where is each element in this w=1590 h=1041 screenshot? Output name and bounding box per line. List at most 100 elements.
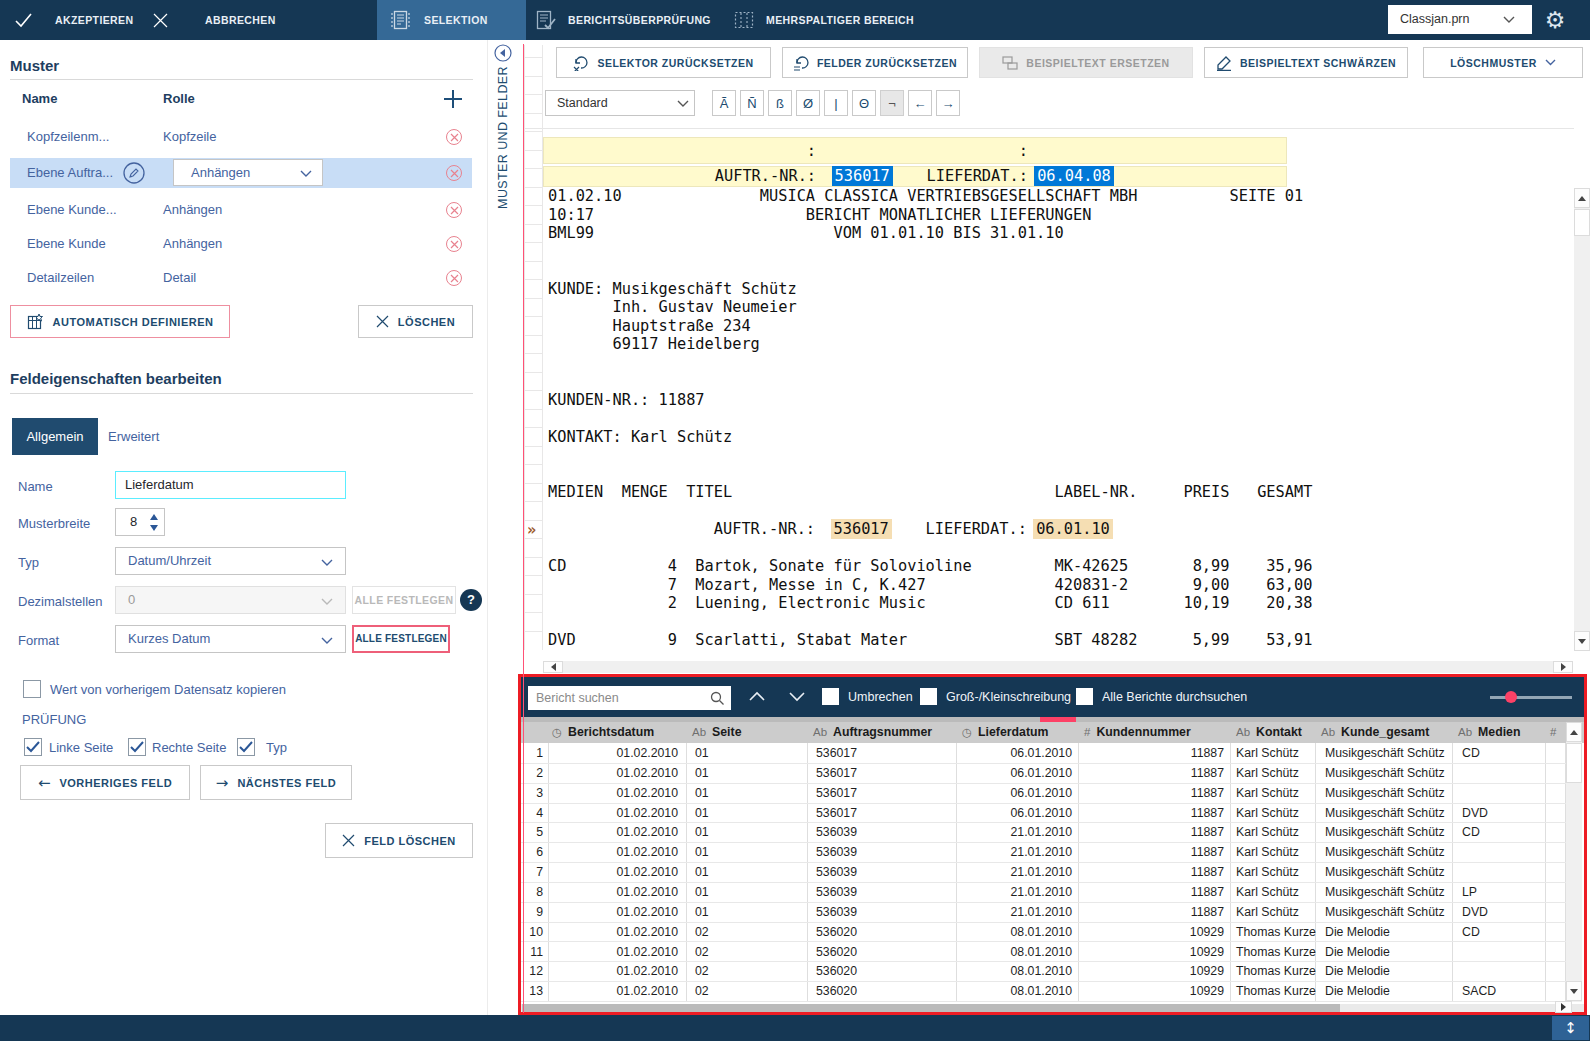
cancel-button[interactable]: ABBRECHEN: [205, 0, 276, 40]
zoom-slider-track[interactable]: [1490, 696, 1572, 699]
stepper-up-icon[interactable]: [149, 513, 159, 521]
kontakt-cell: Karl Schütz: [1236, 902, 1306, 922]
char-button[interactable]: ß: [768, 90, 792, 116]
kontakt-cell: Thomas Kurze: [1236, 981, 1306, 1001]
report-vscroll-thumb[interactable]: [1574, 209, 1590, 236]
table-row[interactable]: 1101.02.20100253602008.01.201010929Thoma…: [521, 942, 1566, 962]
report-vscroll-down-icon[interactable]: [1574, 631, 1590, 651]
muster-row[interactable]: Kopfzeilenm...Kopfzeile: [10, 122, 472, 152]
collapse-panel-icon[interactable]: [494, 44, 512, 62]
char-button[interactable]: Ø: [796, 90, 820, 116]
musterbreite-stepper[interactable]: 8: [115, 508, 165, 536]
column-header[interactable]: ◷Berichtsdatum: [552, 722, 654, 743]
kundennummer-cell: 10929: [1124, 922, 1224, 942]
name-field[interactable]: Lieferdatum: [115, 471, 346, 499]
results-header-row[interactable]: ◷Berichtsdatum AbSeite AbAuftragsnummer ◷Li…: [521, 722, 1584, 743]
all-reports-checkbox[interactable]: [1076, 688, 1093, 705]
char-button[interactable]: Ñ: [740, 90, 764, 116]
format-setall-button[interactable]: ALLE FESTLEGEN: [352, 625, 450, 653]
table-row[interactable]: 301.02.20100153601706.01.201011887Karl S…: [521, 783, 1566, 803]
char-button[interactable]: Θ: [852, 90, 876, 116]
table-row[interactable]: 901.02.20100153603921.01.201011887Karl S…: [521, 902, 1566, 922]
report-text[interactable]: 01.02.10 MUSICA CLASSICA VERTRIEBSGESELL…: [548, 187, 1312, 650]
case-checkbox[interactable]: [920, 688, 937, 705]
report-hscrollbar[interactable]: [543, 661, 1573, 673]
zoom-slider-thumb[interactable]: [1505, 691, 1517, 703]
delete-muster-button[interactable]: LÖSCHEN: [358, 305, 473, 338]
muster-row[interactable]: Ebene KundeAnhängen: [10, 229, 472, 259]
char-button[interactable]: Ã: [712, 90, 736, 116]
table-row[interactable]: 201.02.20100153601706.01.201011887Karl S…: [521, 763, 1566, 783]
table-row[interactable]: 701.02.20100153603921.01.201011887Karl S…: [521, 862, 1566, 882]
char-button[interactable]: |: [824, 90, 848, 116]
remove-muster-icon[interactable]: [446, 202, 462, 218]
report-vscroll-up-icon[interactable]: [1574, 188, 1590, 208]
tab-berichtsueberpruefung[interactable]: BERICHTSÜBERPRÜFUNG: [526, 0, 711, 40]
table-vscroll-up-icon[interactable]: [1566, 722, 1582, 742]
report-vscrollbar[interactable]: [1574, 188, 1590, 651]
stepper-down-icon[interactable]: [149, 524, 159, 532]
accept-button[interactable]: AKZEPTIEREN: [55, 0, 134, 40]
table-row[interactable]: 1001.02.20100253602008.01.201010929Thoma…: [521, 922, 1566, 942]
column-header[interactable]: #Kundennummer: [1084, 722, 1191, 743]
delete-field-button[interactable]: FELD LÖSCHEN: [325, 823, 473, 858]
trap-row-1[interactable]: : :: [543, 137, 1287, 164]
column-header[interactable]: AbMedien: [1458, 722, 1520, 743]
next-field-button[interactable]: → NÄCHSTES FELD: [200, 765, 352, 800]
settings-gear-icon[interactable]: ⚙: [1540, 5, 1570, 35]
table-hscrollbar[interactable]: [521, 1004, 1584, 1012]
rolle-select[interactable]: Anhängen: [173, 159, 323, 186]
table-row[interactable]: 1301.02.20100253602008.01.201010929Thoma…: [521, 981, 1566, 1001]
column-header[interactable]: AbKontakt: [1236, 722, 1302, 743]
report-hscroll-right-icon[interactable]: [1553, 661, 1573, 673]
report-hscroll-left-icon[interactable]: [543, 661, 563, 673]
char-button[interactable]: ←: [908, 90, 932, 116]
remove-muster-icon[interactable]: [446, 165, 462, 181]
check-right-checkbox[interactable]: [128, 738, 146, 756]
auftragsnummer-cell: 536017: [816, 743, 946, 763]
prev-field-button[interactable]: ← VORHERIGES FELD: [20, 765, 190, 800]
table-row[interactable]: 1201.02.20100253602008.01.201010929Thoma…: [521, 961, 1566, 981]
umbrechen-checkbox[interactable]: [822, 688, 839, 705]
tab-selektion[interactable]: SELEKTION: [377, 0, 526, 40]
search-input[interactable]: Bericht suchen: [528, 686, 731, 710]
table-row[interactable]: 401.02.20100153601706.01.201011887Karl S…: [521, 803, 1566, 823]
column-header[interactable]: AbSeite: [692, 722, 741, 743]
table-row[interactable]: 501.02.20100153603921.01.201011887Karl S…: [521, 822, 1566, 842]
muster-row[interactable]: Ebene Kunde...Anhängen: [10, 195, 472, 225]
table-vscrollbar[interactable]: [1566, 722, 1582, 1002]
table-row[interactable]: 101.02.20100153601706.01.201011887Karl S…: [521, 743, 1566, 763]
copy-prev-checkbox[interactable]: [23, 680, 41, 698]
column-header[interactable]: AbAuftragsnummer: [813, 722, 932, 743]
help-icon[interactable]: ?: [460, 589, 482, 611]
column-header[interactable]: AbKunde_gesamt: [1321, 722, 1429, 743]
muster-row[interactable]: DetailzeilenDetail: [10, 263, 472, 293]
typ-select[interactable]: Datum/Uhrzeit: [115, 547, 346, 575]
search-next-icon[interactable]: [788, 691, 806, 703]
auto-define-button[interactable]: AUTOMATISCH DEFINIEREN: [10, 305, 230, 338]
table-vscroll-thumb[interactable]: [1566, 743, 1582, 783]
edit-pencil-icon[interactable]: [123, 162, 145, 184]
char-button[interactable]: →: [936, 90, 960, 116]
check-typ-checkbox[interactable]: [237, 738, 255, 756]
table-vscroll-down-icon[interactable]: [1566, 981, 1582, 1001]
table-row[interactable]: 601.02.20100153603921.01.201011887Karl S…: [521, 842, 1566, 862]
check-left-checkbox[interactable]: [24, 738, 42, 756]
format-select[interactable]: Kurzes Datum: [115, 625, 346, 653]
muster-row[interactable]: Ebene Auftra... Anhängen: [10, 158, 472, 188]
table-hscroll-right-icon[interactable]: [1555, 1001, 1572, 1013]
file-select[interactable]: Classjan.prn: [1388, 5, 1532, 34]
tab-mehrspaltiger-bereich[interactable]: MEHRSPALTIGER BEREICH: [711, 0, 926, 40]
tab-allgemein[interactable]: Allgemein: [12, 418, 98, 455]
remove-muster-icon[interactable]: [446, 129, 462, 145]
column-header[interactable]: ◷Lieferdatum: [962, 722, 1048, 743]
expand-panel-icon[interactable]: ↕: [1552, 1016, 1589, 1040]
remove-muster-icon[interactable]: [446, 270, 462, 286]
tab-erweitert[interactable]: Erweitert: [108, 429, 159, 444]
table-row[interactable]: 801.02.20100153603921.01.201011887Karl S…: [521, 882, 1566, 902]
trap-row-2[interactable]: AUFTR.-NR.: 536017 LIEFERDAT.: 06.04.08: [543, 166, 1287, 187]
remove-muster-icon[interactable]: [446, 236, 462, 252]
column-header[interactable]: #: [1550, 722, 1562, 743]
search-prev-icon[interactable]: [748, 690, 766, 702]
table-hscroll-thumb[interactable]: [522, 1004, 1340, 1012]
